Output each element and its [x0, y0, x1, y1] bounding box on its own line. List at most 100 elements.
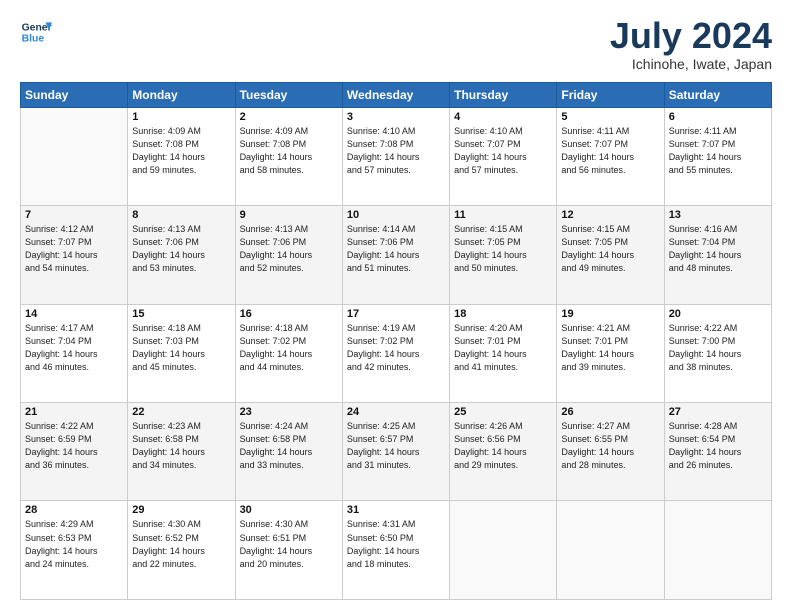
table-row: 2 Sunrise: 4:09 AM Sunset: 7:08 PM Daylig…	[235, 107, 342, 205]
table-row: 21 Sunrise: 4:22 AM Sunset: 6:59 PM Dayli…	[21, 403, 128, 501]
day-number: 5	[561, 111, 659, 123]
day-number: 20	[669, 308, 767, 320]
day-number: 8	[132, 209, 230, 221]
subtitle: Ichinohe, Iwate, Japan	[610, 56, 772, 72]
day-number: 3	[347, 111, 445, 123]
table-row: 8 Sunrise: 4:13 AM Sunset: 7:06 PM Daylig…	[128, 206, 235, 304]
calendar-week-row: 14 Sunrise: 4:17 AM Sunset: 7:04 PM Dayli…	[21, 304, 772, 402]
calendar-week-row: 28 Sunrise: 4:29 AM Sunset: 6:53 PM Dayli…	[21, 501, 772, 600]
table-row	[557, 501, 664, 600]
table-row: 27 Sunrise: 4:28 AM Sunset: 6:54 PM Dayli…	[664, 403, 771, 501]
table-row: 31Sunrise: 4:31 AM Sunset: 6:50 PM Dayli…	[342, 501, 449, 600]
table-row: 13 Sunrise: 4:16 AM Sunset: 7:04 PM Dayli…	[664, 206, 771, 304]
day-info: Sunrise: 4:31 AM Sunset: 6:50 PM Dayligh…	[347, 518, 445, 570]
table-row: 24 Sunrise: 4:25 AM Sunset: 6:57 PM Dayli…	[342, 403, 449, 501]
table-row: 7 Sunrise: 4:12 AM Sunset: 7:07 PM Daylig…	[21, 206, 128, 304]
day-info: Sunrise: 4:20 AM Sunset: 7:01 PM Dayligh…	[454, 322, 552, 374]
day-info: Sunrise: 4:10 AM Sunset: 7:08 PM Dayligh…	[347, 125, 445, 177]
day-number: 17	[347, 308, 445, 320]
day-number: 2	[240, 111, 338, 123]
day-info: Sunrise: 4:22 AM Sunset: 7:00 PM Dayligh…	[669, 322, 767, 374]
day-number: 30	[240, 504, 338, 516]
day-info: Sunrise: 4:27 AM Sunset: 6:55 PM Dayligh…	[561, 420, 659, 472]
day-info: Sunrise: 4:13 AM Sunset: 7:06 PM Dayligh…	[132, 223, 230, 275]
col-wednesday: Wednesday	[342, 82, 449, 107]
day-info: Sunrise: 4:30 AM Sunset: 6:51 PM Dayligh…	[240, 518, 338, 570]
table-row: 22 Sunrise: 4:23 AM Sunset: 6:58 PM Dayli…	[128, 403, 235, 501]
table-row: 4 Sunrise: 4:10 AM Sunset: 7:07 PM Daylig…	[450, 107, 557, 205]
day-info: Sunrise: 4:30 AM Sunset: 6:52 PM Dayligh…	[132, 518, 230, 570]
table-row: 9Sunrise: 4:13 AM Sunset: 7:06 PM Daylig…	[235, 206, 342, 304]
title-block: July 2024 Ichinohe, Iwate, Japan	[610, 16, 772, 72]
calendar-header-row: Sunday Monday Tuesday Wednesday Thursday…	[21, 82, 772, 107]
day-info: Sunrise: 4:21 AM Sunset: 7:01 PM Dayligh…	[561, 322, 659, 374]
table-row: 15Sunrise: 4:18 AM Sunset: 7:03 PM Dayli…	[128, 304, 235, 402]
day-info: Sunrise: 4:10 AM Sunset: 7:07 PM Dayligh…	[454, 125, 552, 177]
header: General Blue July 2024 Ichinohe, Iwate, …	[20, 16, 772, 72]
day-info: Sunrise: 4:24 AM Sunset: 6:58 PM Dayligh…	[240, 420, 338, 472]
day-info: Sunrise: 4:14 AM Sunset: 7:06 PM Dayligh…	[347, 223, 445, 275]
col-saturday: Saturday	[664, 82, 771, 107]
day-number: 26	[561, 406, 659, 418]
day-number: 27	[669, 406, 767, 418]
day-number: 24	[347, 406, 445, 418]
logo: General Blue	[20, 16, 52, 48]
day-info: Sunrise: 4:11 AM Sunset: 7:07 PM Dayligh…	[669, 125, 767, 177]
day-info: Sunrise: 4:18 AM Sunset: 7:03 PM Dayligh…	[132, 322, 230, 374]
table-row	[450, 501, 557, 600]
day-number: 16	[240, 308, 338, 320]
day-info: Sunrise: 4:23 AM Sunset: 6:58 PM Dayligh…	[132, 420, 230, 472]
day-info: Sunrise: 4:22 AM Sunset: 6:59 PM Dayligh…	[25, 420, 123, 472]
day-info: Sunrise: 4:13 AM Sunset: 7:06 PM Dayligh…	[240, 223, 338, 275]
day-number: 10	[347, 209, 445, 221]
day-info: Sunrise: 4:26 AM Sunset: 6:56 PM Dayligh…	[454, 420, 552, 472]
day-number: 25	[454, 406, 552, 418]
day-info: Sunrise: 4:29 AM Sunset: 6:53 PM Dayligh…	[25, 518, 123, 570]
day-number: 23	[240, 406, 338, 418]
table-row: 14 Sunrise: 4:17 AM Sunset: 7:04 PM Dayli…	[21, 304, 128, 402]
day-info: Sunrise: 4:12 AM Sunset: 7:07 PM Dayligh…	[25, 223, 123, 275]
calendar-week-row: 1Sunrise: 4:09 AM Sunset: 7:08 PM Daylig…	[21, 107, 772, 205]
col-thursday: Thursday	[450, 82, 557, 107]
day-info: Sunrise: 4:28 AM Sunset: 6:54 PM Dayligh…	[669, 420, 767, 472]
svg-text:Blue: Blue	[22, 34, 45, 45]
day-number: 21	[25, 406, 123, 418]
day-number: 7	[25, 209, 123, 221]
day-info: Sunrise: 4:18 AM Sunset: 7:02 PM Dayligh…	[240, 322, 338, 374]
day-number: 29	[132, 504, 230, 516]
day-info: Sunrise: 4:16 AM Sunset: 7:04 PM Dayligh…	[669, 223, 767, 275]
main-title: July 2024	[610, 16, 772, 56]
col-sunday: Sunday	[21, 82, 128, 107]
day-number: 11	[454, 209, 552, 221]
table-row: 30 Sunrise: 4:30 AM Sunset: 6:51 PM Dayli…	[235, 501, 342, 600]
table-row: 10 Sunrise: 4:14 AM Sunset: 7:06 PM Dayli…	[342, 206, 449, 304]
day-number: 12	[561, 209, 659, 221]
day-info: Sunrise: 4:25 AM Sunset: 6:57 PM Dayligh…	[347, 420, 445, 472]
table-row: 5Sunrise: 4:11 AM Sunset: 7:07 PM Daylig…	[557, 107, 664, 205]
table-row	[664, 501, 771, 600]
table-row: 28 Sunrise: 4:29 AM Sunset: 6:53 PM Dayli…	[21, 501, 128, 600]
day-info: Sunrise: 4:09 AM Sunset: 7:08 PM Dayligh…	[240, 125, 338, 177]
day-info: Sunrise: 4:15 AM Sunset: 7:05 PM Dayligh…	[454, 223, 552, 275]
table-row: 3 Sunrise: 4:10 AM Sunset: 7:08 PM Daylig…	[342, 107, 449, 205]
day-number: 14	[25, 308, 123, 320]
day-info: Sunrise: 4:19 AM Sunset: 7:02 PM Dayligh…	[347, 322, 445, 374]
table-row: 17 Sunrise: 4:19 AM Sunset: 7:02 PM Dayli…	[342, 304, 449, 402]
table-row: 18 Sunrise: 4:20 AM Sunset: 7:01 PM Dayli…	[450, 304, 557, 402]
table-row: 20 Sunrise: 4:22 AM Sunset: 7:00 PM Dayli…	[664, 304, 771, 402]
day-number: 13	[669, 209, 767, 221]
table-row: 11 Sunrise: 4:15 AM Sunset: 7:05 PM Dayli…	[450, 206, 557, 304]
day-number: 18	[454, 308, 552, 320]
day-number: 22	[132, 406, 230, 418]
day-info: Sunrise: 4:17 AM Sunset: 7:04 PM Dayligh…	[25, 322, 123, 374]
col-monday: Monday	[128, 82, 235, 107]
table-row: 26 Sunrise: 4:27 AM Sunset: 6:55 PM Dayli…	[557, 403, 664, 501]
table-row: 19Sunrise: 4:21 AM Sunset: 7:01 PM Dayli…	[557, 304, 664, 402]
day-number: 28	[25, 504, 123, 516]
day-number: 4	[454, 111, 552, 123]
generalblue-logo-icon: General Blue	[20, 16, 52, 48]
calendar-table: Sunday Monday Tuesday Wednesday Thursday…	[20, 82, 772, 600]
calendar-week-row: 21 Sunrise: 4:22 AM Sunset: 6:59 PM Dayli…	[21, 403, 772, 501]
table-row: 23 Sunrise: 4:24 AM Sunset: 6:58 PM Dayli…	[235, 403, 342, 501]
day-info: Sunrise: 4:15 AM Sunset: 7:05 PM Dayligh…	[561, 223, 659, 275]
